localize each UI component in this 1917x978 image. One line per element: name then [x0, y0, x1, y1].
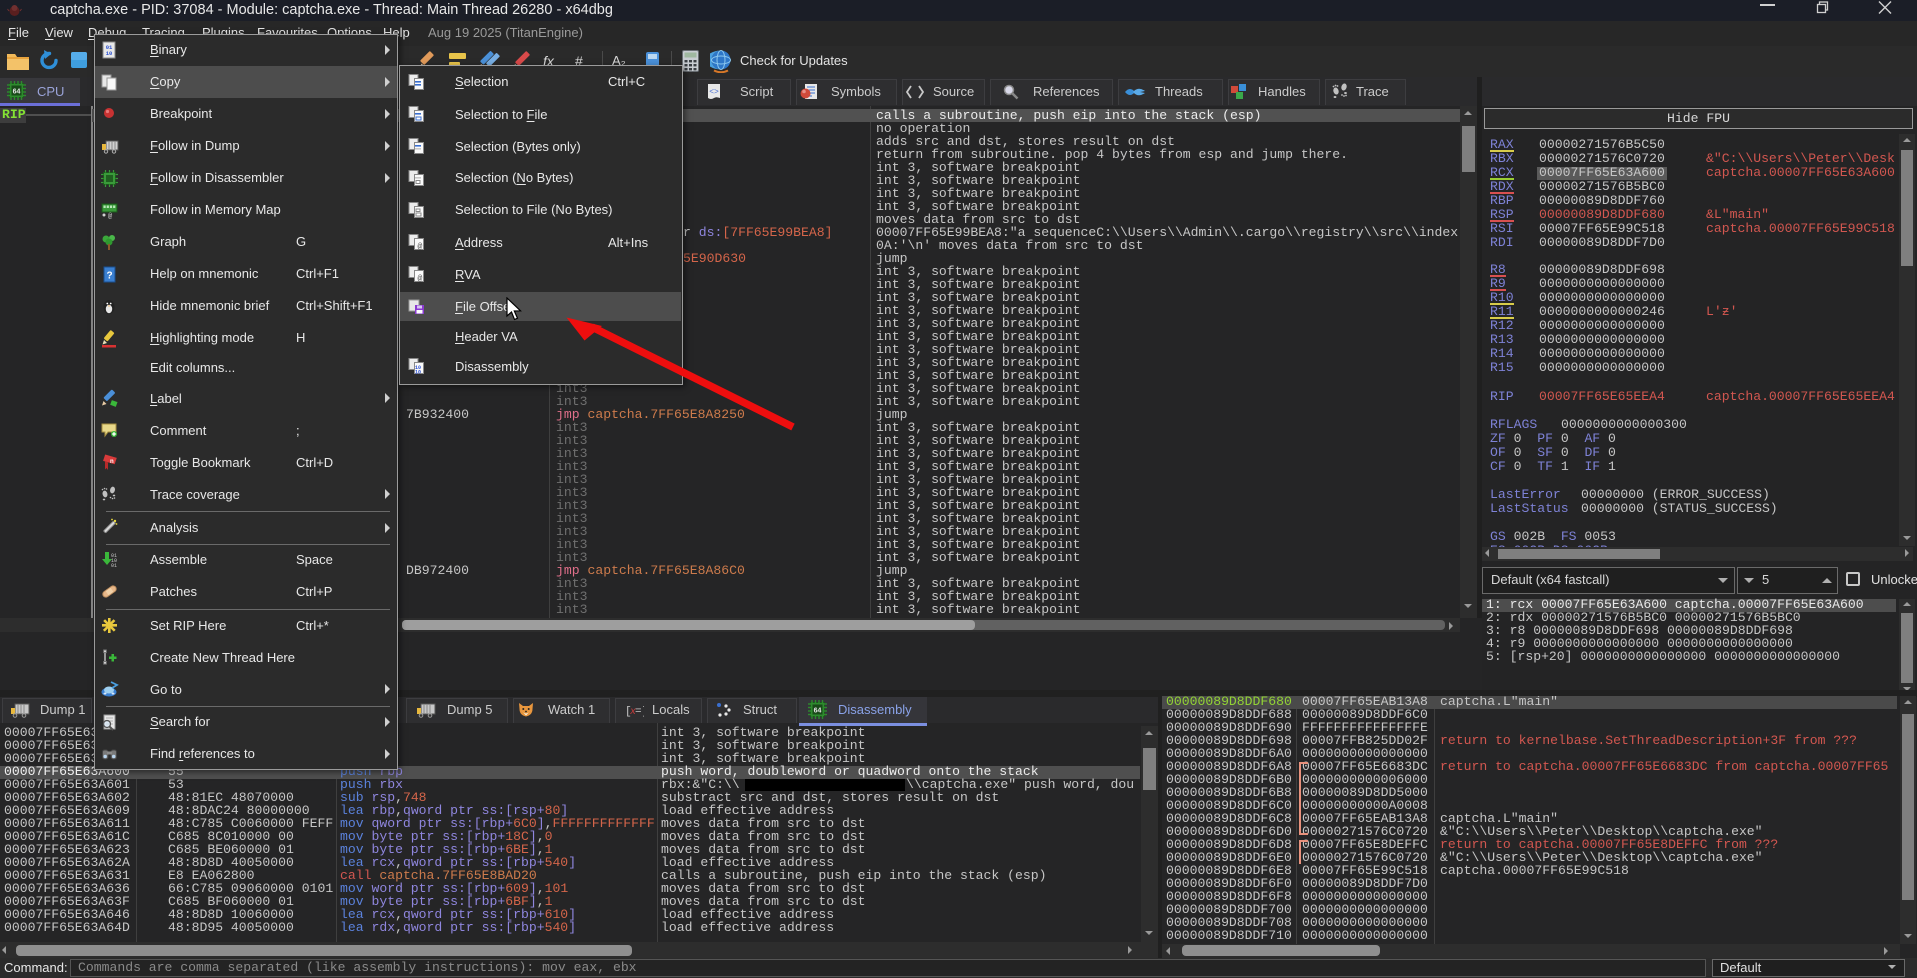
svg-text:=]: =] [635, 706, 644, 717]
svg-text:@: @ [418, 275, 423, 284]
svg-text:10: 10 [106, 50, 113, 57]
svg-text:01: 01 [111, 563, 117, 569]
svg-text:64: 64 [13, 89, 21, 96]
svg-text:<>: <> [709, 88, 719, 97]
svg-text:?: ? [106, 270, 112, 281]
svg-text:@: @ [418, 243, 423, 252]
svg-text:64: 64 [814, 708, 822, 715]
svg-text:10: 10 [415, 370, 421, 376]
svg-text:n: n [110, 459, 114, 465]
svg-text:@: @ [108, 213, 113, 220]
